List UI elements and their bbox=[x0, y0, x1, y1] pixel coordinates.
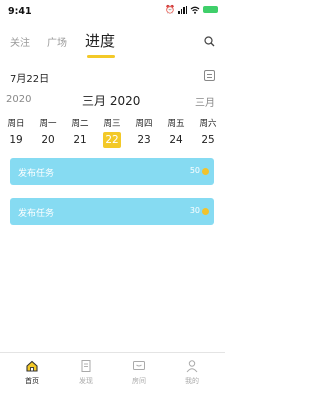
task-points: 30 bbox=[189, 206, 200, 215]
tab-square[interactable]: 广场 bbox=[47, 34, 67, 49]
nav-home-label: 首页 bbox=[25, 377, 39, 385]
task-title: 发布任务 bbox=[18, 169, 55, 179]
weekday-label: 周一 bbox=[39, 119, 57, 129]
current-month-title: 三月 2020 bbox=[82, 94, 141, 108]
active-tab-indicator bbox=[87, 55, 115, 58]
nav-room[interactable]: 房间 bbox=[119, 359, 159, 386]
weekday-label: 周二 bbox=[71, 119, 89, 129]
nav-discover[interactable]: 发现 bbox=[66, 359, 106, 386]
nav-discover-label: 发现 bbox=[79, 377, 93, 385]
status-time: 9:41 bbox=[8, 6, 32, 17]
wifi-icon bbox=[190, 6, 200, 14]
nav-me[interactable]: 我的 bbox=[172, 359, 212, 386]
selected-date-label: 7月22日 bbox=[10, 74, 50, 85]
weekday-label: 周三 bbox=[103, 119, 121, 129]
status-icons: ⏰ bbox=[165, 5, 218, 14]
weekday-label: 周四 bbox=[135, 119, 153, 129]
calendar-day-selected[interactable]: 22 bbox=[103, 132, 121, 148]
tab-follow[interactable]: 关注 bbox=[10, 34, 30, 49]
weekday-label: 周五 bbox=[167, 119, 185, 129]
weekday-label: 周日 bbox=[7, 119, 25, 129]
search-icon[interactable] bbox=[204, 36, 215, 47]
weekday-label: 周六 bbox=[199, 119, 217, 129]
nav-home[interactable]: 首页 bbox=[12, 359, 52, 386]
signal-icon bbox=[178, 5, 187, 14]
alarm-icon: ⏰ bbox=[165, 5, 175, 14]
calendar-day[interactable]: 23 bbox=[132, 133, 156, 147]
document-icon bbox=[81, 360, 91, 372]
person-icon bbox=[186, 360, 198, 373]
coin-icon bbox=[202, 168, 209, 175]
next-month-button[interactable]: 三月 bbox=[195, 94, 215, 109]
task-card[interactable]: 发布任务 50 bbox=[10, 158, 214, 185]
nav-room-label: 房间 bbox=[132, 377, 146, 385]
home-icon bbox=[26, 360, 38, 372]
prev-month-button[interactable]: 2020 bbox=[6, 94, 31, 105]
calendar-icon[interactable] bbox=[204, 70, 215, 81]
calendar-day[interactable]: 19 bbox=[4, 133, 28, 147]
calendar-day[interactable]: 20 bbox=[36, 133, 60, 147]
calendar-day[interactable]: 24 bbox=[164, 133, 188, 147]
calendar-day[interactable]: 25 bbox=[196, 133, 220, 147]
tab-progress[interactable]: 进度 bbox=[85, 30, 115, 51]
message-icon bbox=[133, 361, 145, 370]
task-card[interactable]: 发布任务 30 bbox=[10, 198, 214, 225]
task-title: 发布任务 bbox=[18, 209, 55, 219]
bottom-tab-bar: 首页 发现 房间 我的 bbox=[0, 352, 225, 401]
task-points: 50 bbox=[189, 166, 200, 175]
battery-icon bbox=[203, 6, 218, 13]
nav-me-label: 我的 bbox=[185, 377, 199, 385]
coin-icon bbox=[202, 208, 209, 215]
calendar-day[interactable]: 21 bbox=[68, 133, 92, 147]
